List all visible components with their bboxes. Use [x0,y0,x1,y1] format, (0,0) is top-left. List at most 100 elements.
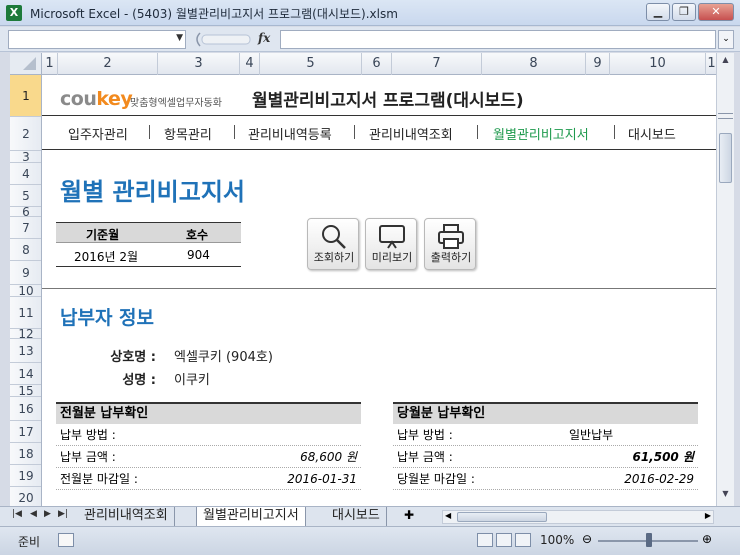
page-break-view-icon[interactable] [515,533,531,547]
preview-button[interactable]: 미리보기 [365,218,417,270]
row-header[interactable]: 20 [10,487,41,506]
column-header[interactable]: 8 [482,53,586,75]
minimize-icon: ▁ [653,5,663,18]
macro-record-icon[interactable] [58,533,74,547]
print-button[interactable]: 출력하기 [424,218,476,270]
nav-divider [42,149,716,150]
select-all-corner[interactable] [10,53,42,75]
page-title: 월별 관리비고지서 [60,178,245,206]
close-icon: ✕ [711,5,721,18]
formula-bar: ▼ fx ⌄ [0,27,740,52]
row-header[interactable]: 15 [10,384,41,398]
criteria-month-header: 기준월 [86,228,120,242]
curr-amount-row: 납부 금액 : 61,500 원 [393,446,698,468]
row-header[interactable]: 14 [10,363,41,385]
zoom-in-icon[interactable]: ⊕ [702,532,712,546]
row-header[interactable]: 2 [10,117,41,151]
row-header[interactable]: 9 [10,261,41,285]
close-button[interactable]: ✕ [698,3,734,21]
expand-formula-bar-button[interactable]: ⌄ [718,30,734,49]
prev-sheet-icon[interactable]: ◀ [30,509,37,519]
scroll-right-icon[interactable]: ▶ [705,511,711,520]
row-header[interactable]: 16 [10,397,41,421]
row-header[interactable]: 8 [10,239,41,261]
vertical-scrollbar[interactable]: ▲ ▼ [716,53,734,506]
column-header[interactable]: 3 [158,53,240,75]
search-button[interactable]: 조회하기 [307,218,359,270]
sheet-tab-bar: |◀ ◀ ▶ ▶| 관리비내역조회 월별관리비고지서 대시보드 ✚ ◀ ▶ [0,506,740,526]
column-header[interactable]: 10 [610,53,706,75]
curr-month-title: 당월분 납부확인 [393,402,698,424]
prev-deadline-row: 전월분 마감일 : 2016-01-31 [56,468,361,490]
row-header[interactable]: 10 [10,284,41,298]
row-header[interactable]: 11 [10,297,41,329]
criteria-month-value[interactable]: 2016년 2월 [74,248,138,265]
normal-view-icon[interactable] [477,533,493,547]
row-header[interactable]: 17 [10,421,41,443]
sheet-tab-fee-lookup[interactable]: 관리비내역조회 [78,507,175,526]
excel-app-icon[interactable]: X [6,5,22,21]
horizontal-scroll-thumb[interactable] [457,512,547,522]
nav-item-fee-lookup[interactable]: 관리비내역조회 [369,124,453,143]
curr-amount-label: 납부 금액 : [397,450,453,464]
column-header[interactable]: 1 [42,53,58,75]
minimize-button[interactable]: ▁ [646,3,670,21]
horizontal-scrollbar[interactable]: ◀ ▶ [442,510,714,524]
insert-function-button[interactable]: fx [258,31,270,45]
prev-month-box: 전월분 납부확인 납부 방법 : 납부 금액 : 68,600 원 전월분 마감… [56,402,361,490]
row-header[interactable]: 13 [10,339,41,363]
next-sheet-icon[interactable]: ▶ [44,509,51,519]
restore-button[interactable]: ❐ [672,3,696,21]
name-value[interactable]: 이쿠키 [174,369,210,388]
curr-amount-value[interactable]: 61,500 원 [632,446,694,468]
first-sheet-icon[interactable]: |◀ [12,509,22,519]
zoom-level[interactable]: 100% [540,533,574,547]
nav-item-dashboard[interactable]: 대시보드 [628,124,676,143]
prev-deadline-value[interactable]: 2016-01-31 [287,468,357,490]
column-header[interactable]: 6 [362,53,392,75]
insert-sheet-icon[interactable]: ✚ [404,508,414,522]
column-header[interactable]: 7 [392,53,482,75]
vertical-scroll-thumb[interactable] [719,133,732,183]
zoom-slider-handle[interactable] [646,533,652,547]
column-header[interactable]: 4 [240,53,260,75]
name-box[interactable]: ▼ [8,30,186,49]
page-layout-view-icon[interactable] [496,533,512,547]
formula-divider-icon [196,32,251,47]
sheet-tab-dashboard[interactable]: 대시보드 [326,507,387,526]
row-header[interactable]: 12 [10,327,41,341]
criteria-header-row: 기준월 호수 [56,222,241,243]
last-sheet-icon[interactable]: ▶| [58,509,68,519]
row-header[interactable]: 3 [10,150,41,164]
column-header[interactable]: 2 [58,53,158,75]
worksheet[interactable]: coukey 맞춤형엑셀업무자동화 월별관리비고지서 프로그램(대시보드) 입주… [42,75,716,506]
nav-item-monthly-bill[interactable]: 월별관리비고지서 [493,124,589,143]
curr-method-label: 납부 방법 : [397,428,453,442]
sheet-tab-monthly-bill[interactable]: 월별관리비고지서 [196,507,306,526]
prev-amount-value[interactable]: 68,600 원 [300,446,357,468]
scroll-down-icon[interactable]: ▼ [719,489,732,503]
nav-item-item-management[interactable]: 항목관리 [164,124,212,143]
scroll-left-icon[interactable]: ◀ [445,511,451,520]
column-header[interactable]: 9 [586,53,610,75]
column-header[interactable]: 5 [260,53,362,75]
row-header[interactable]: 19 [10,465,41,487]
formula-input[interactable] [280,30,716,49]
row-header[interactable]: 7 [10,217,41,239]
nav-item-fee-entry[interactable]: 관리비내역등록 [248,124,332,143]
zoom-out-icon[interactable]: ⊖ [582,532,592,546]
nav-item-tenant-management[interactable]: 입주자관리 [68,124,128,143]
curr-method-value[interactable]: 일반납부 [569,424,613,446]
print-button-label: 출력하기 [430,251,472,264]
row-header[interactable]: 6 [10,205,41,219]
scroll-up-icon[interactable]: ▲ [719,55,732,69]
company-value[interactable]: 엑셀쿠키 (904호) [174,346,273,365]
criteria-unit-value[interactable]: 904 [187,248,210,262]
curr-deadline-value[interactable]: 2016-02-29 [624,468,694,490]
split-handle-icon[interactable] [718,113,733,119]
row-header[interactable]: 1 [10,75,41,117]
row-header[interactable]: 4 [10,163,41,185]
name-box-dropdown-icon[interactable]: ▼ [176,33,183,43]
company-label: 상호명 : [110,350,156,365]
row-header[interactable]: 18 [10,443,41,465]
